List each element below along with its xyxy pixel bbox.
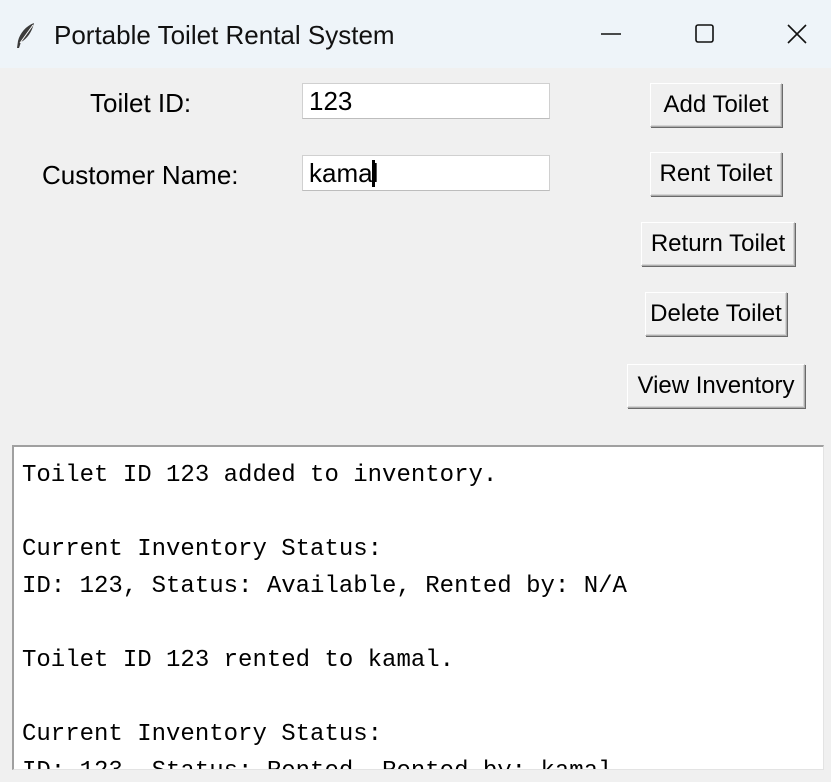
output-line: Current Inventory Status: [22,536,383,563]
text-cursor [372,160,375,187]
title-bar[interactable]: Portable Toilet Rental System [0,0,831,68]
toilet-id-label: Toilet ID: [90,88,192,118]
toilet-id-input[interactable] [302,83,550,119]
view-inventory-button[interactable]: View Inventory [627,364,805,408]
output-text: Toilet ID 123 added to inventory. Curren… [14,447,823,769]
close-button[interactable] [752,0,831,68]
customer-name-label: Customer Name: [42,160,239,190]
maximize-button[interactable] [660,0,750,68]
output-line: Toilet ID 123 added to inventory. [22,462,498,489]
return-toilet-button[interactable]: Return Toilet [641,222,795,266]
app-window: Portable Toilet Rental System Toilet ID:… [0,0,831,782]
customer-name-input[interactable] [302,155,550,191]
close-icon [787,24,807,44]
rent-toilet-button[interactable]: Rent Toilet [650,152,782,196]
feather-icon [17,23,34,48]
output-line: Current Inventory Status: [22,721,383,748]
output-line: ID: 123, Status: Rented, Rented by: kama… [22,753,823,769]
output-line: Toilet ID 123 rented to kamal. [22,647,455,674]
delete-toilet-button[interactable]: Delete Toilet [645,292,787,336]
window-title: Portable Toilet Rental System [54,20,395,50]
add-toilet-button[interactable]: Add Toilet [650,83,782,127]
output-textarea[interactable]: Toilet ID 123 added to inventory. Curren… [12,445,824,770]
output-line: ID: 123, Status: Available, Rented by: N… [22,573,627,600]
minimize-icon [601,33,621,35]
maximize-icon [695,24,714,43]
minimize-button[interactable] [566,0,656,68]
